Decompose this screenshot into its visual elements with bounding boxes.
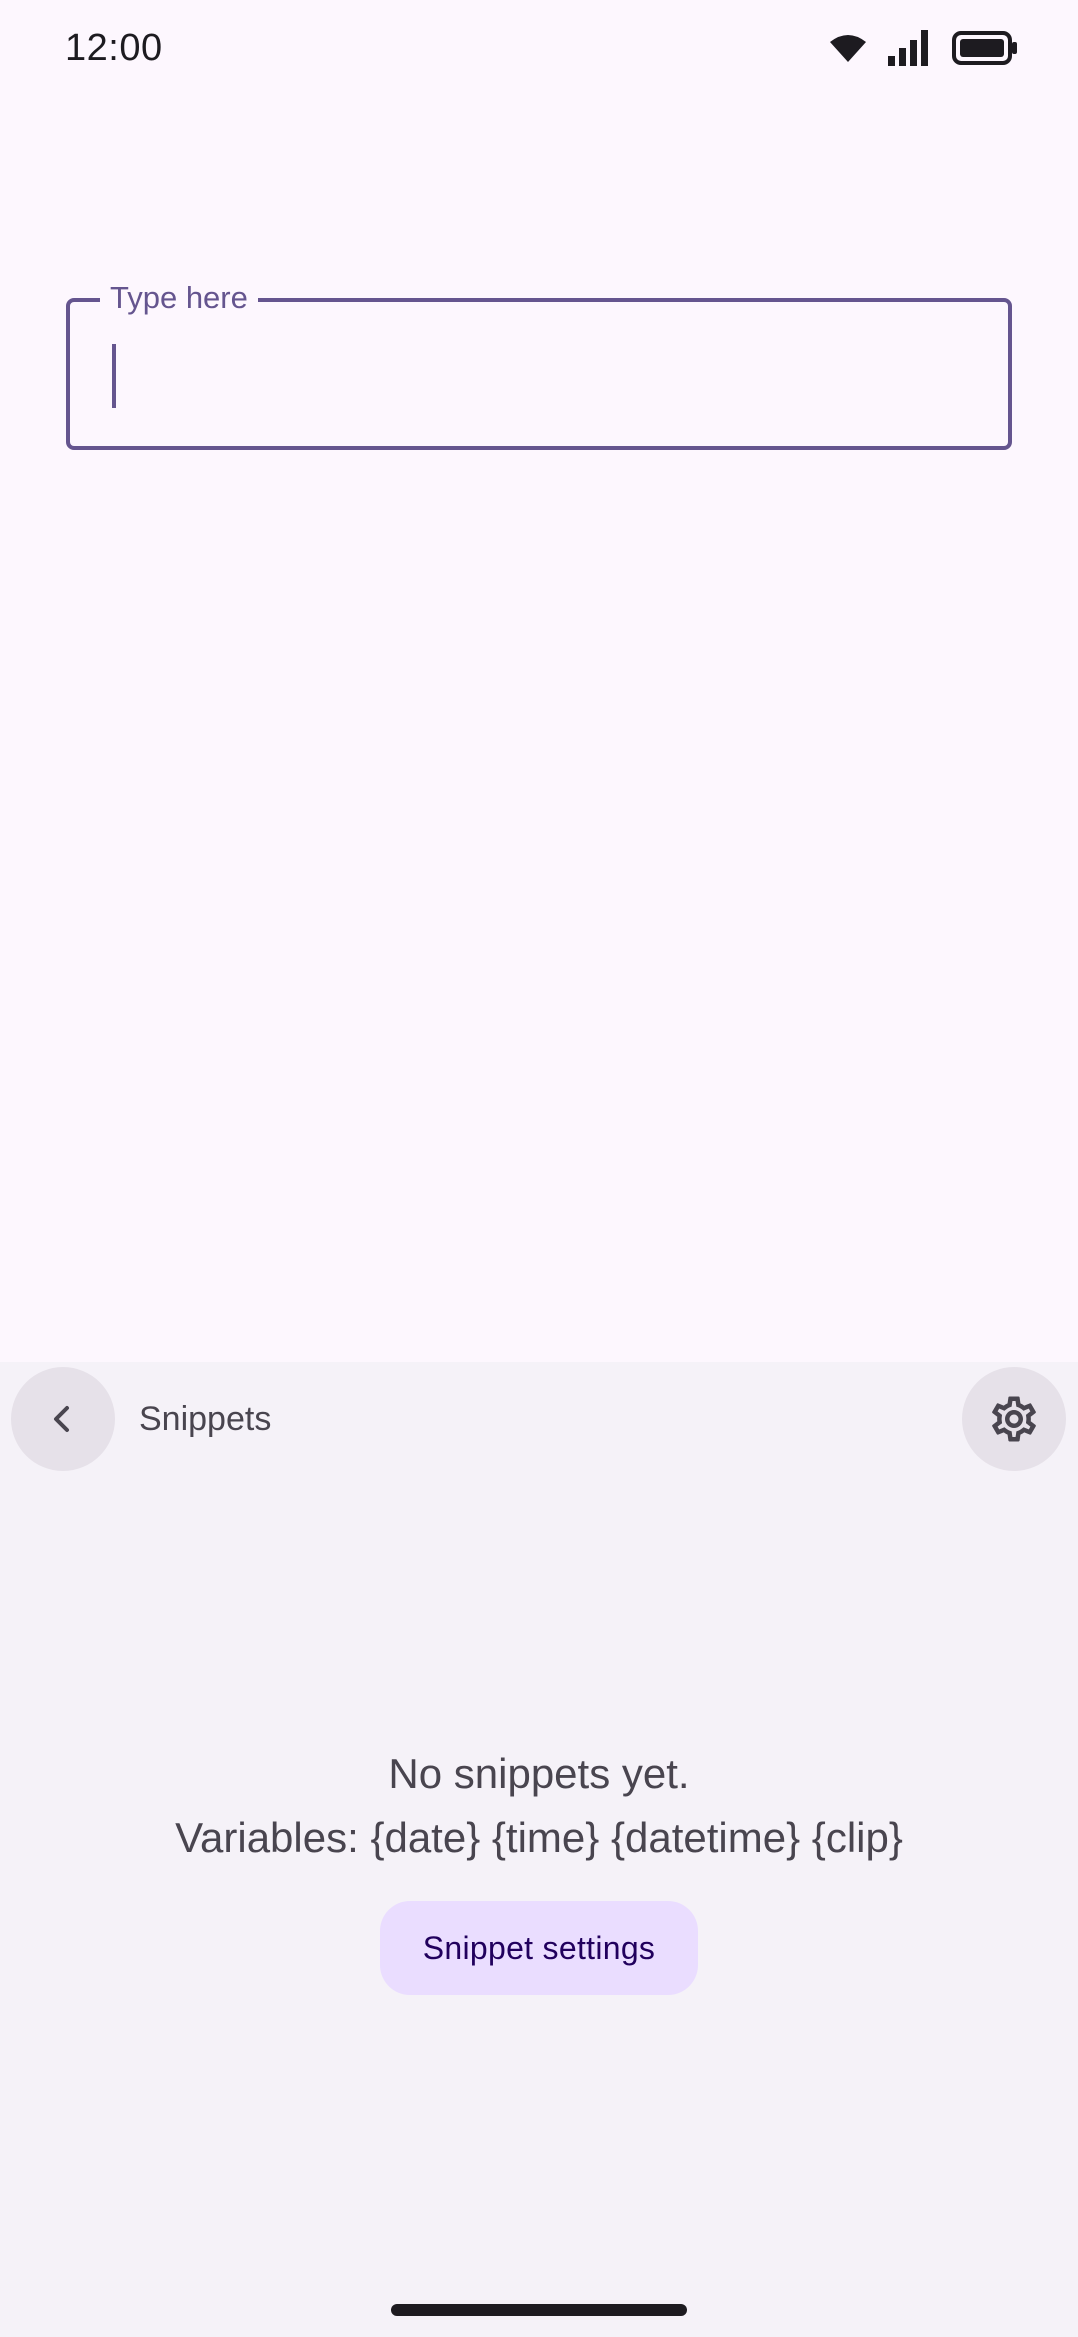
variables-hint: Variables: {date} {time} {datetime} {cli… bbox=[175, 1814, 903, 1861]
battery-icon bbox=[952, 31, 1017, 65]
snippet-settings-button[interactable]: Snippet settings bbox=[380, 1901, 698, 1995]
type-here-label: Type here bbox=[100, 278, 258, 318]
back-button[interactable] bbox=[11, 1367, 115, 1471]
empty-state-message: No snippets yet. bbox=[388, 1750, 690, 1797]
status-bar: 12:00 bbox=[0, 0, 1078, 96]
panel-title: Snippets bbox=[139, 1400, 272, 1438]
type-here-input[interactable] bbox=[106, 332, 966, 416]
wifi-icon bbox=[830, 35, 866, 62]
home-indicator[interactable] bbox=[391, 2304, 687, 2316]
text-cursor bbox=[112, 344, 116, 408]
type-here-field[interactable]: Type here bbox=[66, 278, 1012, 450]
chevron-left-icon bbox=[54, 1406, 69, 1432]
snippets-panel: Snippets No snippets yet. Variables: {da… bbox=[0, 1362, 1078, 2337]
gear-icon bbox=[992, 1396, 1036, 1442]
cell-signal-icon bbox=[888, 30, 928, 66]
settings-button[interactable] bbox=[962, 1367, 1066, 1471]
status-icons bbox=[828, 28, 1018, 68]
status-time: 12:00 bbox=[65, 27, 163, 69]
